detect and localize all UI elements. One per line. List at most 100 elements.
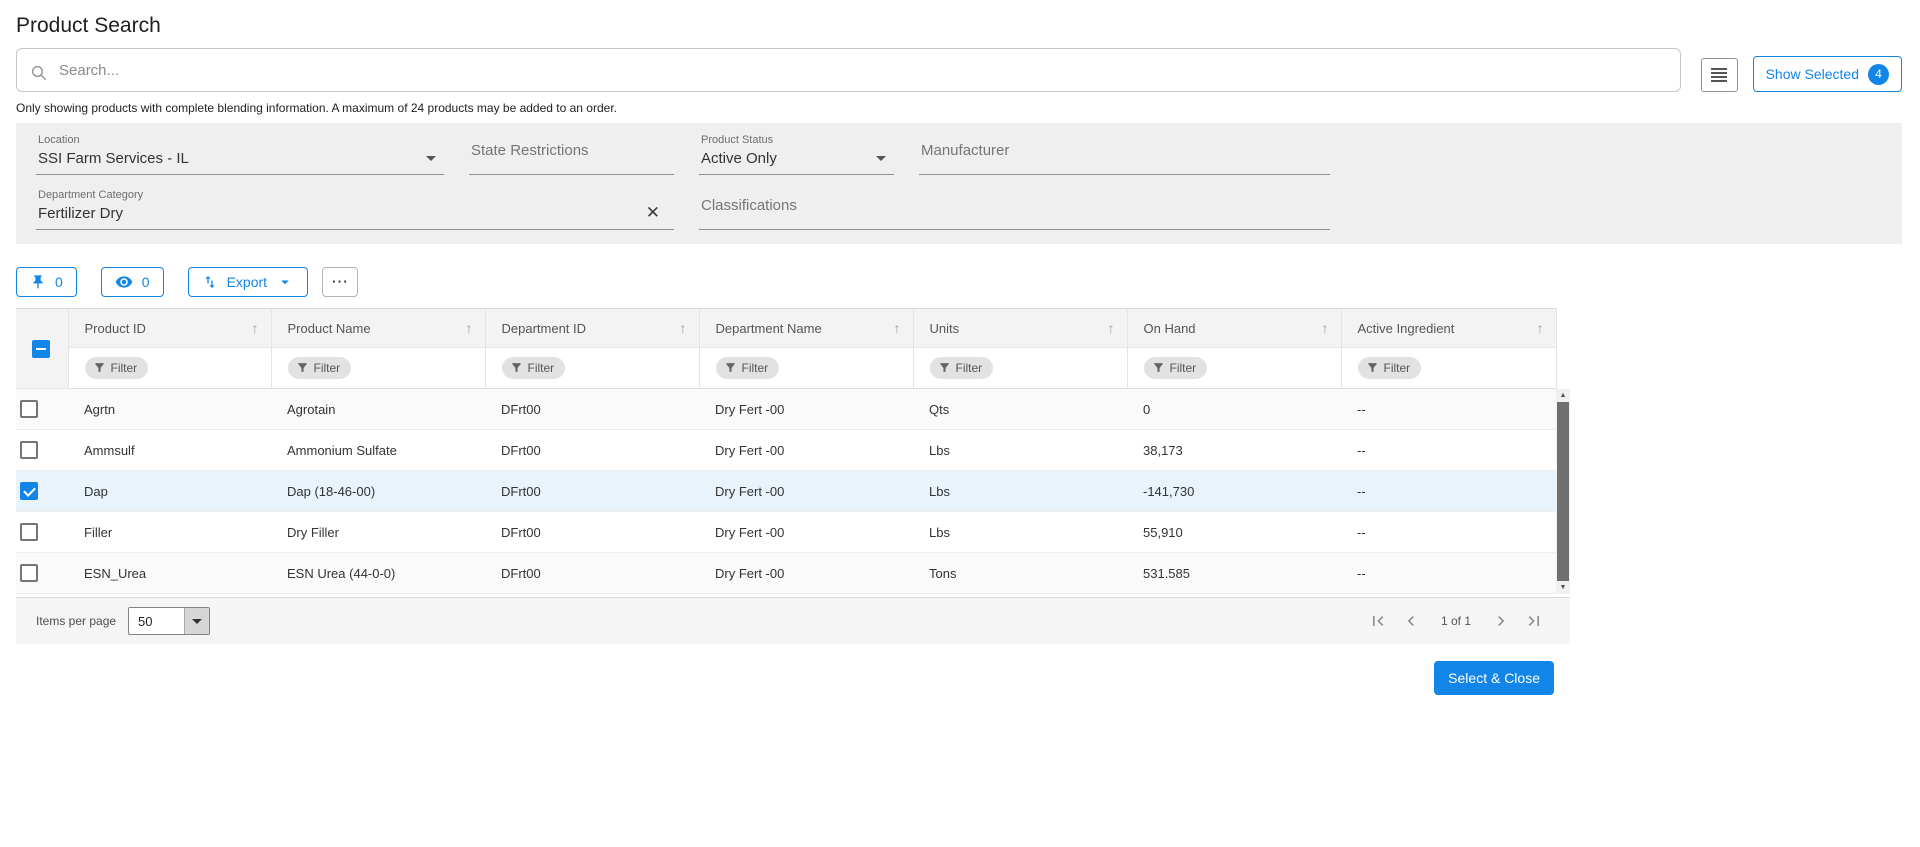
- location-select[interactable]: Location SSI Farm Services - IL: [36, 129, 444, 175]
- column-header-units[interactable]: Units ↑: [913, 308, 1128, 348]
- sort-arrow-icon[interactable]: ↑: [894, 320, 901, 336]
- table-header-row: Product ID ↑ Product Name ↑ Department ID ↑ De…: [16, 308, 1557, 389]
- search-row: Show Selected 4: [16, 48, 1902, 92]
- table-row[interactable]: Filler Dry Filler DFrt00 Dry Fert -00 Lb…: [16, 511, 1556, 553]
- sort-arrow-icon[interactable]: ↑: [680, 320, 687, 336]
- filter-chip-label: Filter: [110, 360, 138, 375]
- page-info: 1 of 1: [1440, 614, 1471, 628]
- row-checkbox[interactable]: [20, 400, 38, 418]
- cell-active-ingredient: --: [1341, 388, 1556, 430]
- filter-icon: [297, 363, 307, 373]
- watched-rows-button[interactable]: 0: [100, 267, 164, 297]
- sort-arrow-icon[interactable]: ↑: [1537, 320, 1544, 336]
- state-restrictions-placeholder: State Restrictions: [471, 142, 589, 159]
- filter-cell: Filter: [1341, 347, 1557, 389]
- state-restrictions-input[interactable]: State Restrictions: [469, 129, 674, 175]
- column-header-department-id[interactable]: Department ID ↑: [485, 308, 700, 348]
- product-status-select[interactable]: Product Status Active Only: [699, 129, 894, 175]
- sort-arrow-icon[interactable]: ↑: [1322, 320, 1329, 336]
- row-checkbox[interactable]: [20, 523, 38, 541]
- cell-department-id: DFrt00: [485, 429, 699, 471]
- product-status-label: Product Status: [701, 134, 774, 146]
- scrollbar-thumb[interactable]: [1557, 402, 1569, 581]
- cell-department-id: DFrt00: [485, 552, 699, 594]
- cell-units: Tons: [913, 552, 1127, 594]
- column-header-department-name[interactable]: Department Name ↑: [699, 308, 914, 348]
- search-input[interactable]: [57, 60, 1680, 80]
- last-page-button[interactable]: [1524, 611, 1544, 631]
- filter-icon: [1367, 363, 1377, 373]
- filter-icon: [725, 363, 735, 373]
- scroll-up-icon[interactable]: ▲: [1556, 389, 1570, 402]
- next-page-button[interactable]: [1491, 611, 1511, 631]
- cell-product-id: Filler: [68, 511, 271, 553]
- table-row[interactable]: Ammsulf Ammonium Sulfate DFrt00 Dry Fert…: [16, 429, 1556, 471]
- more-options-button[interactable]: ⋯: [322, 267, 359, 297]
- items-per-page-select[interactable]: 50: [128, 607, 211, 635]
- toolbar: 0 0 Export ⋯: [16, 267, 1902, 297]
- select-all-checkbox-cell: [16, 308, 69, 389]
- show-selected-button[interactable]: Show Selected 4: [1752, 56, 1902, 92]
- list-icon: [1711, 68, 1728, 82]
- column-filter-chip[interactable]: Filter: [715, 356, 780, 379]
- cell-product-name: ESN Urea (44-0-0): [271, 552, 485, 594]
- filter-icon: [511, 363, 521, 373]
- department-category-value: Fertilizer Dry: [38, 205, 123, 222]
- column-options-button[interactable]: [1700, 58, 1738, 92]
- row-checkbox[interactable]: [20, 482, 38, 500]
- column-header-active-ingredient[interactable]: Active Ingredient ↑: [1341, 308, 1557, 348]
- cell-department-name: Dry Fert -00: [699, 552, 913, 594]
- cell-units: Lbs: [913, 470, 1127, 512]
- filter-chip-label: Filter: [313, 360, 341, 375]
- column-header-on-hand[interactable]: On Hand ↑: [1127, 308, 1342, 348]
- manufacturer-input[interactable]: Manufacturer: [919, 129, 1330, 175]
- location-label: Location: [38, 134, 80, 146]
- cell-product-id: Ammsulf: [68, 429, 271, 471]
- department-category-input[interactable]: Department Category Fertilizer Dry ✕: [36, 184, 674, 230]
- cell-on-hand: 531.585: [1127, 552, 1341, 594]
- clear-icon[interactable]: ✕: [646, 203, 660, 223]
- sort-arrow-icon[interactable]: ↑: [466, 320, 473, 336]
- pager-nav: 1 of 1: [1368, 611, 1544, 631]
- search-box[interactable]: [16, 48, 1681, 92]
- select-close-button[interactable]: Select & Close: [1434, 661, 1554, 695]
- column-filter-chip[interactable]: Filter: [287, 356, 352, 379]
- cell-product-id: Agrtn: [68, 388, 271, 430]
- cell-active-ingredient: --: [1341, 429, 1556, 471]
- cell-department-name: Dry Fert -00: [699, 511, 913, 553]
- filter-chip-label: Filter: [527, 360, 555, 375]
- previous-page-button[interactable]: [1401, 611, 1421, 631]
- table-row[interactable]: ESN_Urea ESN Urea (44-0-0) DFrt00 Dry Fe…: [16, 552, 1556, 594]
- column-header-product-name[interactable]: Product Name ↑: [271, 308, 486, 348]
- table-scrollbar[interactable]: ▲ ▼: [1556, 389, 1570, 594]
- column-filter-chip[interactable]: Filter: [1143, 356, 1208, 379]
- table-body: Agrtn Agrotain DFrt00 Dry Fert -00 Qts 0…: [16, 388, 1556, 594]
- cell-department-id: DFrt00: [485, 388, 699, 430]
- scroll-down-icon[interactable]: ▼: [1556, 581, 1570, 594]
- export-button[interactable]: Export: [187, 267, 309, 297]
- sort-arrow-icon[interactable]: ↑: [1108, 320, 1115, 336]
- table-row[interactable]: Dap Dap (18-46-00) DFrt00 Dry Fert -00 L…: [16, 470, 1556, 512]
- pinned-rows-button[interactable]: 0: [16, 267, 77, 297]
- row-checkbox[interactable]: [20, 441, 38, 459]
- cell-product-name: Dap (18-46-00): [271, 470, 485, 512]
- filter-cell: Filter: [1127, 347, 1342, 389]
- classifications-input[interactable]: Classifications: [699, 184, 1330, 230]
- column-filter-chip[interactable]: Filter: [501, 356, 566, 379]
- table-row[interactable]: Agrtn Agrotain DFrt00 Dry Fert -00 Qts 0…: [16, 388, 1556, 430]
- row-checkbox[interactable]: [20, 564, 38, 582]
- sort-arrow-icon[interactable]: ↑: [252, 320, 259, 336]
- pin-icon: [33, 275, 43, 289]
- filter-chip-label: Filter: [955, 360, 983, 375]
- first-page-button[interactable]: [1368, 611, 1388, 631]
- column-filter-chip[interactable]: Filter: [1357, 356, 1422, 379]
- filter-cell: Filter: [913, 347, 1128, 389]
- column-header-product-id[interactable]: Product ID ↑: [68, 308, 272, 348]
- column-filter-chip[interactable]: Filter: [929, 356, 994, 379]
- filter-icon: [939, 363, 949, 373]
- filter-chip-label: Filter: [1383, 360, 1411, 375]
- select-all-checkbox[interactable]: [32, 339, 50, 358]
- cell-department-id: DFrt00: [485, 470, 699, 512]
- column-filter-chip[interactable]: Filter: [84, 356, 149, 379]
- product-search-dialog: Product Search Show Selected 4 Only show…: [0, 0, 1920, 695]
